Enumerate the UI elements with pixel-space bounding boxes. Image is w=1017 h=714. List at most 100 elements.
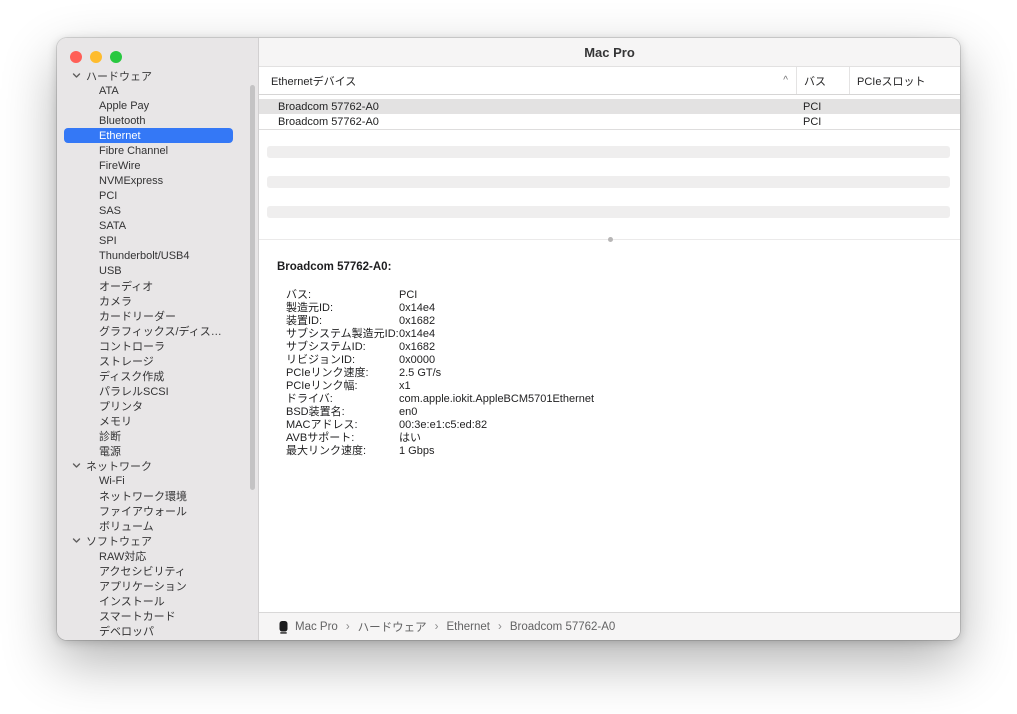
sidebar-item-wifi[interactable]: Wi-Fi <box>64 473 233 488</box>
sidebar-item-raw-support[interactable]: RAW対応 <box>64 548 233 563</box>
sidebar-item-nvmexpress[interactable]: NVMExpress <box>64 173 233 188</box>
sidebar-item-label: 診断 <box>99 428 121 444</box>
detail-field-max-link-speed: 最大リンク速度:1 Gbps <box>286 445 960 458</box>
zoom-button[interactable] <box>110 51 122 63</box>
sidebar-item-installations[interactable]: インストール <box>64 593 233 608</box>
sidebar-item-developer[interactable]: デベロッパ <box>64 623 233 638</box>
sidebar-item-label: SAS <box>99 205 121 217</box>
breadcrumb-item: Ethernet <box>447 621 490 633</box>
chevron-down-icon <box>72 461 81 470</box>
detail-field-subsystem-id: サブシステムID:0x1682 <box>286 341 960 354</box>
sidebar-item-label: Bluetooth <box>99 115 145 127</box>
sidebar-item-fibre-channel[interactable]: Fibre Channel <box>64 143 233 158</box>
detail-field-vendor-id: 製造元ID:0x14e4 <box>286 302 960 315</box>
sidebar-item-parallel-scsi[interactable]: パラレルSCSI <box>64 383 233 398</box>
close-button[interactable] <box>70 51 82 63</box>
sidebar-item-locations[interactable]: ネットワーク環境 <box>64 488 233 503</box>
column-header-pcie-slot[interactable]: PCIeスロット <box>849 67 960 94</box>
sidebar-item-camera[interactable]: カメラ <box>64 293 233 308</box>
sidebar-item-firewire[interactable]: FireWire <box>64 158 233 173</box>
sidebar-item-thunderbolt-usb4[interactable]: Thunderbolt/USB4 <box>64 248 233 263</box>
sidebar-item-audio[interactable]: オーディオ <box>64 278 233 293</box>
sidebar-item-ethernet[interactable]: Ethernet <box>64 128 233 143</box>
sidebar-item-label: メモリ <box>99 413 132 429</box>
sidebar-item-printers[interactable]: プリンタ <box>64 398 233 413</box>
sidebar-item-disc-burning[interactable]: ディスク作成 <box>64 368 233 383</box>
sidebar-item-spi[interactable]: SPI <box>64 233 233 248</box>
sidebar-nav: ハードウェア ATA Apple Pay Bluetooth Ethernet … <box>64 68 233 640</box>
sidebar-group-hardware[interactable]: ハードウェア <box>64 68 233 83</box>
field-label: 製造元ID: <box>286 302 399 315</box>
pane-splitter[interactable] <box>259 239 960 249</box>
sidebar-item-memory[interactable]: メモリ <box>64 413 233 428</box>
column-header-ethernet-device[interactable]: Ethernetデバイス ^ <box>259 67 796 94</box>
sidebar-item-ata[interactable]: ATA <box>64 83 233 98</box>
mac-pro-icon <box>279 620 288 634</box>
detail-field-driver: ドライバ:com.apple.iokit.AppleBCM5701Etherne… <box>286 393 960 406</box>
sidebar-item-volumes[interactable]: ボリューム <box>64 518 233 533</box>
minimize-button[interactable] <box>90 51 102 63</box>
sidebar-item-label: プリントソフトウェア <box>99 638 209 641</box>
sidebar-item-power[interactable]: 電源 <box>64 443 233 458</box>
sidebar-group-label: ネットワーク <box>86 458 152 474</box>
detail-field-device-id: 装置ID:0x1682 <box>286 315 960 328</box>
table-row[interactable]: Broadcom 57762-A0 PCI <box>259 99 960 114</box>
breadcrumb-separator: › <box>497 621 503 633</box>
sidebar-item-storage[interactable]: ストレージ <box>64 353 233 368</box>
sidebar-item-label: Wi-Fi <box>99 475 125 487</box>
detail-field-avb-support: AVBサポート:はい <box>286 432 960 445</box>
sidebar-item-apple-pay[interactable]: Apple Pay <box>64 98 233 113</box>
sidebar-item-label: インストール <box>99 593 165 609</box>
field-label: ドライバ: <box>286 393 399 406</box>
sidebar-item-label: FireWire <box>99 160 141 172</box>
column-header-bus[interactable]: バス <box>796 67 849 94</box>
sidebar-item-label: ファイアウォール <box>99 503 187 519</box>
sidebar-item-applications[interactable]: アプリケーション <box>64 578 233 593</box>
sidebar-item-label: コントローラ <box>99 338 165 354</box>
detail-field-bus: バス:PCI <box>286 289 960 302</box>
sidebar-item-label: PCI <box>99 190 117 202</box>
field-value: 0x14e4 <box>399 328 435 341</box>
sidebar-item-firewall[interactable]: ファイアウォール <box>64 503 233 518</box>
sidebar: ハードウェア ATA Apple Pay Bluetooth Ethernet … <box>57 38 259 640</box>
sidebar-item-label: アクセシビリティ <box>99 563 186 579</box>
detail-fields: バス:PCI 製造元ID:0x14e4 装置ID:0x1682 サブシステム製造… <box>286 289 960 458</box>
field-value: PCI <box>399 289 417 302</box>
empty-row-stripe <box>267 176 950 188</box>
sidebar-group-software[interactable]: ソフトウェア <box>64 533 233 548</box>
sidebar-item-printer-software[interactable]: プリントソフトウェア <box>64 638 233 640</box>
sidebar-item-sas[interactable]: SAS <box>64 203 233 218</box>
splitter-handle-icon <box>608 237 613 242</box>
field-value: 0x14e4 <box>399 302 435 315</box>
titlebar[interactable]: Mac Pro <box>259 38 960 67</box>
field-label: 最大リンク速度: <box>286 445 399 458</box>
field-value: en0 <box>399 406 417 419</box>
field-label: サブシステムID: <box>286 341 399 354</box>
field-label: サブシステム製造元ID: <box>286 328 399 341</box>
sidebar-item-graphics-displays[interactable]: グラフィックス/ディス… <box>64 323 233 338</box>
sidebar-item-label: Apple Pay <box>99 100 149 112</box>
sidebar-item-sata[interactable]: SATA <box>64 218 233 233</box>
chevron-down-icon <box>72 536 81 545</box>
field-value: 2.5 GT/s <box>399 367 441 380</box>
sidebar-item-smart-cards[interactable]: スマートカード <box>64 608 233 623</box>
sidebar-item-accessibility[interactable]: アクセシビリティ <box>64 563 233 578</box>
window-controls <box>70 51 122 63</box>
sidebar-item-pci[interactable]: PCI <box>64 188 233 203</box>
table-row[interactable]: Broadcom 57762-A0 PCI <box>259 114 960 129</box>
sidebar-item-label: 電源 <box>99 443 121 459</box>
sidebar-group-label: ソフトウェア <box>86 533 152 549</box>
sidebar-item-label: スマートカード <box>99 608 176 624</box>
sidebar-item-diagnostics[interactable]: 診断 <box>64 428 233 443</box>
sidebar-item-usb[interactable]: USB <box>64 263 233 278</box>
sidebar-item-label: ボリューム <box>99 518 154 534</box>
sidebar-item-bluetooth[interactable]: Bluetooth <box>64 113 233 128</box>
sidebar-item-card-reader[interactable]: カードリーダー <box>64 308 233 323</box>
field-label: 装置ID: <box>286 315 399 328</box>
sidebar-item-controller[interactable]: コントローラ <box>64 338 233 353</box>
device-table: Broadcom 57762-A0 PCI Broadcom 57762-A0 … <box>259 95 960 130</box>
sidebar-item-label: SPI <box>99 235 117 247</box>
sidebar-scrollbar[interactable] <box>250 85 255 490</box>
sidebar-item-label: オーディオ <box>99 278 153 294</box>
sidebar-group-network[interactable]: ネットワーク <box>64 458 233 473</box>
